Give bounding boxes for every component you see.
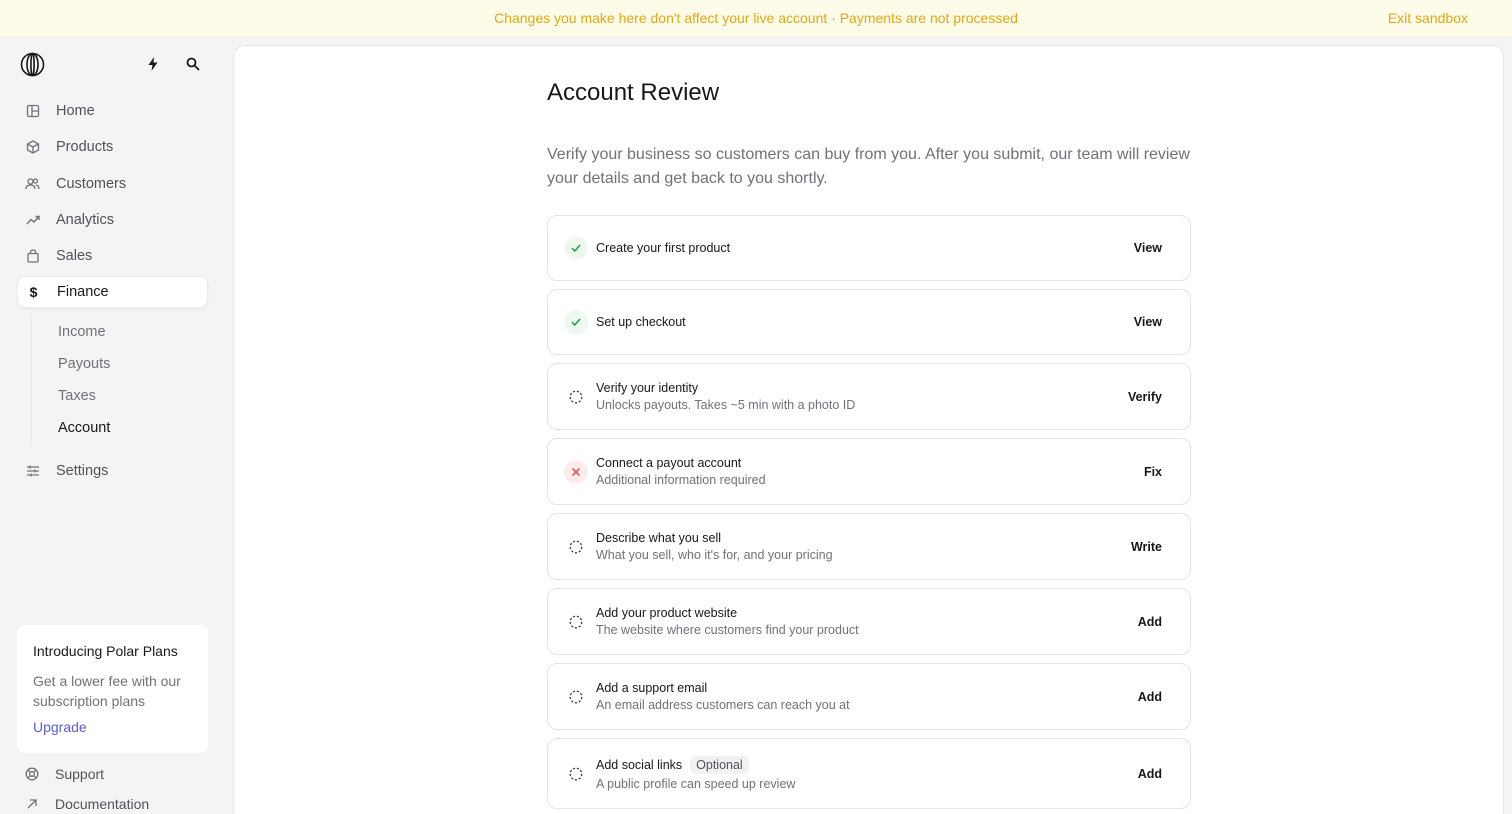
upgrade-link[interactable]: Upgrade bbox=[33, 719, 87, 735]
task-row-describe-sell[interactable]: Describe what you sell What you sell, wh… bbox=[547, 513, 1191, 580]
sidebar-item-finance[interactable]: $ Finance bbox=[17, 276, 208, 309]
subnav-item-taxes[interactable]: Taxes bbox=[58, 380, 201, 412]
sandbox-banner: Changes you make here don't affect your … bbox=[0, 0, 1512, 37]
task-title: Add your product website bbox=[596, 606, 738, 620]
task-title: Verify your identity bbox=[596, 381, 699, 395]
task-subtitle: Unlocks payouts. Takes ~5 min with a pho… bbox=[596, 398, 856, 412]
sidebar-item-label: Analytics bbox=[56, 211, 115, 228]
task-title: Create your first product bbox=[596, 241, 731, 255]
task-row-verify-identity[interactable]: Verify your identity Unlocks payouts. Ta… bbox=[547, 363, 1191, 430]
sidebar-item-label: Finance bbox=[57, 284, 109, 301]
task-action-add[interactable]: Add bbox=[1138, 690, 1162, 704]
task-texts: Add social links Optional A public profi… bbox=[596, 756, 795, 791]
promo-card: Introducing Polar Plans Get a lower fee … bbox=[17, 625, 208, 753]
sidebar-item-label: Home bbox=[56, 103, 95, 119]
pending-circle-icon bbox=[564, 385, 588, 409]
check-icon bbox=[564, 236, 588, 260]
task-action-fix[interactable]: Fix bbox=[1144, 465, 1162, 479]
task-subtitle: An email address customers can reach you… bbox=[596, 698, 850, 712]
task-title: Set up checkout bbox=[596, 315, 686, 329]
settings-nav: Settings bbox=[17, 455, 208, 491]
documentation-label: Documentation bbox=[55, 796, 150, 812]
task-texts: Set up checkout bbox=[596, 315, 686, 329]
page-description: Verify your business so customers can bu… bbox=[547, 146, 1190, 187]
sidebar-item-home[interactable]: Home bbox=[17, 95, 208, 127]
page-title: Account Review bbox=[547, 79, 720, 106]
task-title: Add social links bbox=[596, 758, 683, 772]
sidebar-item-label: Customers bbox=[56, 175, 127, 192]
task-action-view[interactable]: View bbox=[1134, 241, 1162, 255]
sidebar-item-customers[interactable]: Customers bbox=[17, 168, 208, 200]
sidebar-item-settings[interactable]: Settings bbox=[17, 455, 208, 487]
task-title: Connect a payout account bbox=[596, 456, 742, 470]
task-texts: Describe what you sell What you sell, wh… bbox=[596, 531, 833, 562]
subnav-item-account[interactable]: Account bbox=[58, 412, 201, 444]
task-title-row: Add social links Optional bbox=[596, 756, 795, 774]
arrow-up-right-icon bbox=[25, 797, 39, 811]
pending-circle-icon bbox=[564, 535, 588, 559]
promo-text: Get a lower fee with our subscription pl… bbox=[33, 673, 181, 709]
sidebar-item-label: Settings bbox=[56, 463, 109, 479]
search-icon[interactable] bbox=[185, 56, 201, 72]
task-texts: Add your product website The website whe… bbox=[596, 606, 859, 637]
sidebar-item-analytics[interactable]: Analytics bbox=[17, 204, 208, 236]
sidebar-item-label: Sales bbox=[56, 248, 93, 265]
task-texts: Verify your identity Unlocks payouts. Ta… bbox=[596, 381, 855, 412]
support-link[interactable]: Support bbox=[17, 766, 208, 782]
task-subtitle: What you sell, who it's for, and your pr… bbox=[596, 548, 833, 562]
finance-subnav: Income Payouts Taxes Account bbox=[31, 316, 201, 444]
task-row-social-links[interactable]: Add social links Optional A public profi… bbox=[547, 738, 1191, 809]
task-action-add[interactable]: Add bbox=[1138, 615, 1162, 629]
sidebar-item-sales[interactable]: Sales bbox=[17, 240, 208, 272]
documentation-link[interactable]: Documentation bbox=[17, 796, 208, 812]
task-action-verify[interactable]: Verify bbox=[1128, 390, 1162, 404]
sandbox-banner-message: Changes you make here don't affect your … bbox=[494, 10, 1018, 26]
task-row-create-product[interactable]: Create your first product View bbox=[547, 215, 1191, 281]
bolt-icon[interactable] bbox=[145, 56, 161, 72]
products-icon bbox=[25, 140, 40, 155]
task-row-support-email[interactable]: Add a support email An email address cus… bbox=[547, 663, 1191, 730]
task-row-product-website[interactable]: Add your product website The website whe… bbox=[547, 588, 1191, 655]
home-icon bbox=[25, 104, 40, 119]
pending-circle-icon bbox=[564, 685, 588, 709]
subnav-item-income[interactable]: Income bbox=[58, 316, 201, 348]
optional-badge: Optional bbox=[690, 756, 749, 774]
sidebar: Home Products Customers Analytics Sales bbox=[0, 37, 228, 814]
task-row-setup-checkout[interactable]: Set up checkout View bbox=[547, 289, 1191, 355]
support-icon bbox=[25, 767, 39, 781]
shopping-bag-icon bbox=[25, 249, 40, 264]
task-texts: Add a support email An email address cus… bbox=[596, 681, 850, 712]
task-subtitle: The website where customers find your pr… bbox=[596, 623, 859, 637]
analytics-icon bbox=[25, 212, 40, 227]
task-row-connect-payout[interactable]: Connect a payout account Additional info… bbox=[547, 438, 1191, 505]
task-texts: Connect a payout account Additional info… bbox=[596, 456, 766, 487]
task-texts: Create your first product bbox=[596, 241, 730, 255]
pending-circle-icon bbox=[564, 610, 588, 634]
polar-logo-icon[interactable] bbox=[20, 52, 45, 77]
task-title: Add a support email bbox=[596, 681, 708, 695]
promo-title: Introducing Polar Plans bbox=[33, 643, 178, 659]
support-label: Support bbox=[55, 766, 105, 782]
task-title: Describe what you sell bbox=[596, 531, 722, 545]
task-action-write[interactable]: Write bbox=[1131, 540, 1162, 554]
task-action-view[interactable]: View bbox=[1134, 315, 1162, 329]
task-subtitle: Additional information required bbox=[596, 473, 766, 487]
sliders-icon bbox=[25, 464, 40, 479]
check-icon bbox=[564, 310, 588, 334]
dollar-icon: $ bbox=[29, 284, 38, 301]
main-panel: Account Review Verify your business so c… bbox=[233, 45, 1504, 814]
task-subtitle: A public profile can speed up review bbox=[596, 777, 796, 791]
main-nav: Home Products Customers Analytics Sales bbox=[17, 95, 208, 313]
exit-sandbox-link[interactable]: Exit sandbox bbox=[1388, 10, 1468, 26]
sidebar-item-products[interactable]: Products bbox=[17, 131, 208, 163]
customers-icon bbox=[25, 176, 40, 191]
sidebar-item-label: Products bbox=[56, 139, 114, 156]
x-icon bbox=[564, 459, 588, 484]
task-action-add[interactable]: Add bbox=[1138, 767, 1162, 781]
subnav-item-payouts[interactable]: Payouts bbox=[58, 348, 201, 380]
pending-circle-icon bbox=[564, 762, 588, 786]
